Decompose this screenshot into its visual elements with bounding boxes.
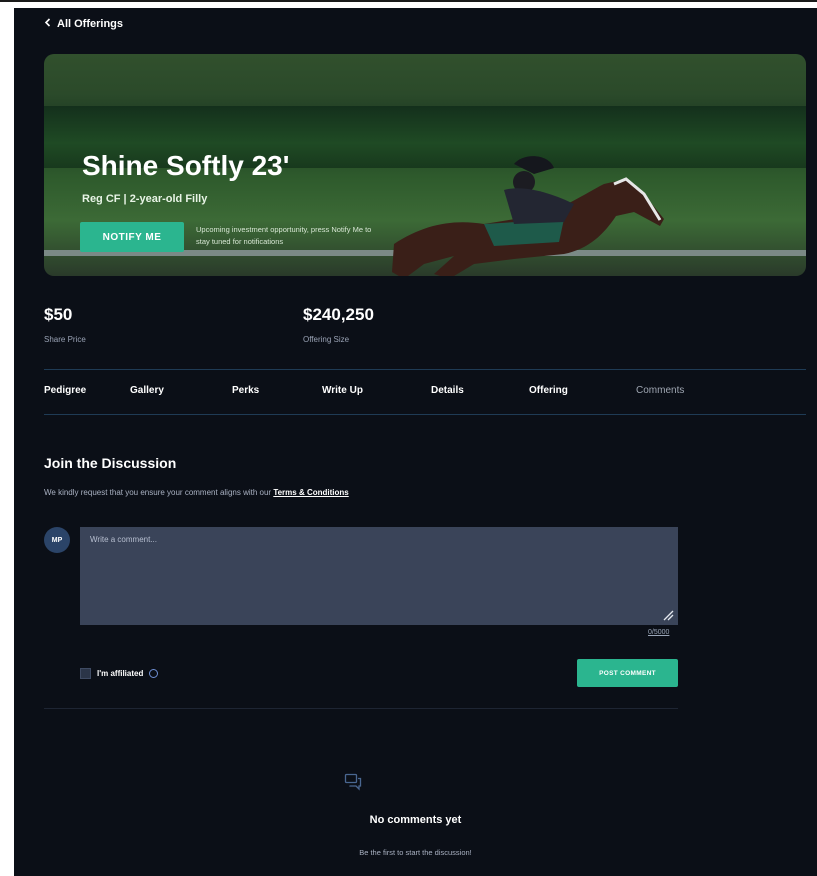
affiliated-checkbox[interactable]: [80, 668, 91, 679]
chat-bubbles-icon: [344, 773, 362, 791]
tab-details[interactable]: Details: [431, 385, 464, 396]
empty-state-subtitle: Be the first to start the discussion!: [359, 848, 472, 857]
notify-me-button[interactable]: NOTIFY ME: [80, 222, 184, 252]
hero-banner: Shine Softly 23' Reg CF | 2-year-old Fil…: [44, 54, 806, 276]
affiliated-label: I'm affiliated: [97, 669, 144, 678]
share-price-label: Share Price: [44, 335, 86, 344]
avatar: MP: [44, 527, 70, 553]
resize-handle-icon[interactable]: [662, 609, 674, 621]
notify-note: Upcoming investment opportunity, press N…: [196, 225, 372, 246]
character-counter: 0/5000: [648, 629, 670, 636]
offering-size-value: $240,250: [303, 305, 374, 324]
tab-comments[interactable]: Comments: [636, 385, 684, 396]
horse-subtitle: Reg CF | 2-year-old Filly: [82, 193, 208, 205]
discussion-notice: We kindly request that you ensure your c…: [44, 488, 349, 497]
tab-offering[interactable]: Offering: [529, 385, 568, 396]
back-link[interactable]: All Offerings: [44, 18, 123, 30]
divider: [44, 708, 678, 709]
back-link-label: All Offerings: [57, 18, 124, 30]
tab-write-up[interactable]: Write Up: [322, 385, 363, 396]
info-icon[interactable]: [149, 669, 159, 678]
horse-name: Shine Softly 23': [82, 150, 290, 181]
racehorse-illustration: [392, 156, 664, 276]
affiliated-option[interactable]: I'm affiliated: [80, 668, 159, 679]
share-price-value: $50: [44, 305, 73, 324]
share-price-stat: $50 Share Price: [44, 305, 86, 344]
chevron-left-icon: [44, 18, 51, 30]
comment-input[interactable]: Write a comment...: [80, 527, 678, 625]
terms-link[interactable]: Terms & Conditions: [273, 488, 348, 497]
tab-bar: Pedigree Gallery Perks Write Up Details …: [44, 369, 806, 415]
screenshot-frame: All Offerings Shine Softly 23' Reg CF | …: [0, 0, 817, 876]
empty-state-title: No comments yet: [369, 814, 462, 826]
offering-size-label: Offering Size: [303, 335, 350, 344]
tab-perks[interactable]: Perks: [232, 385, 259, 396]
discussion-title: Join the Discussion: [44, 455, 177, 471]
discussion-notice-text: We kindly request that you ensure your c…: [44, 488, 272, 497]
offering-page: All Offerings Shine Softly 23' Reg CF | …: [14, 8, 817, 876]
post-comment-button[interactable]: POST COMMENT: [577, 659, 678, 687]
tab-pedigree[interactable]: Pedigree: [44, 385, 86, 396]
tab-gallery[interactable]: Gallery: [130, 385, 164, 396]
offering-size-stat: $240,250 Offering Size: [303, 305, 374, 344]
comment-placeholder: Write a comment...: [90, 535, 157, 544]
